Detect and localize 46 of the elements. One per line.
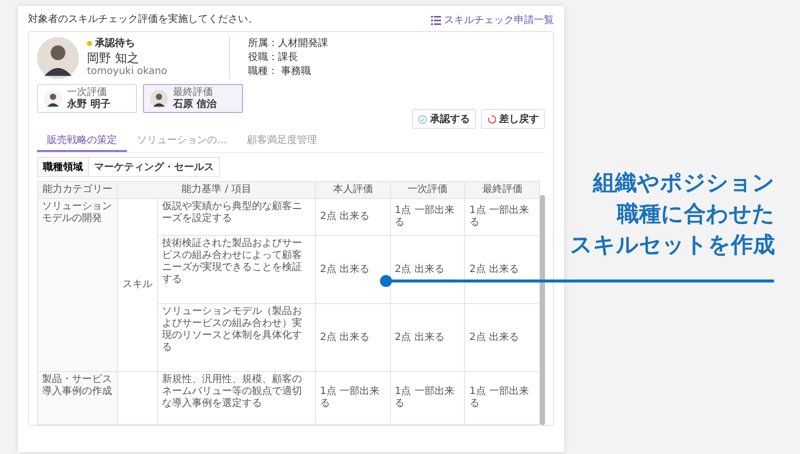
instruction-text: 対象者のスキルチェック評価を実施してください。 <box>28 14 258 26</box>
table-cell: 1点 一部出来る <box>464 372 540 424</box>
item-cell: 仮説や実績から典型的な顧客ニーズを設定する <box>158 198 316 236</box>
table-cell: 2点 出来る <box>316 236 390 304</box>
callout-text: 職種に合わせた <box>617 201 775 230</box>
table-cell: 2点 出来る <box>316 304 390 372</box>
category-cell: 製品・サービス導入事例の作成 <box>38 372 118 424</box>
callout-text: 組織やポジション <box>593 170 775 198</box>
item-cell: ソリューションモデル（製品およびサービスの組み合わせ）実現のリソースと体制を具体化する <box>158 304 316 372</box>
evaluator-card[interactable]: 最終評価 石原 信治 <box>143 84 243 113</box>
evaluator-name: 石原 信治 <box>173 98 216 110</box>
table-cell: 1点 一部出来る <box>316 372 390 424</box>
table-cell: 2点 出来る <box>464 304 540 372</box>
list-link[interactable]: スキルチェック申請一覧 <box>431 13 554 27</box>
person-name: 岡野 知之 <box>87 50 140 66</box>
table-cell: 1点 一部出来る <box>464 198 540 236</box>
evaluator-role: 一次評価 <box>67 86 107 98</box>
field-label: 職種領域 <box>38 158 89 176</box>
column-header: 最終評価 <box>464 182 540 198</box>
category-cell: ソリューションモデルの開発 <box>38 198 118 372</box>
column-header: 能力基準 / 項目 <box>118 182 316 198</box>
callout-text: スキルセットを作成 <box>570 232 775 260</box>
table-cell: 2点 出来る <box>316 198 390 236</box>
detail-text: 所属：人材開発課 <box>248 38 328 50</box>
evaluator-card[interactable]: 一次評価 永野 明子 <box>37 84 137 113</box>
table-cell: 1点 一部出来る <box>390 198 465 236</box>
status-text: 承認待ち <box>95 38 135 50</box>
item-cell: 新規性、汎用性、規模、顧客のネームバリュー等の観点で適切な導入事例を選定する <box>158 372 316 424</box>
evaluator-role: 最終評価 <box>173 86 213 98</box>
type-cell: スキル <box>118 198 158 372</box>
person-romaji: tomoyuki okano <box>87 66 168 78</box>
column-header: 能力カテゴリー <box>38 182 118 198</box>
evaluator-name: 永野 明子 <box>67 98 110 110</box>
column-header: 一次評価 <box>390 182 465 198</box>
table-cell: 1点 一部出来る <box>390 372 465 424</box>
field-value: マーケティング・セールス <box>93 161 215 175</box>
table-cell: 2点 出来る <box>464 236 540 304</box>
item-cell: 技術検証された製品およびサービスの組み合わせによって顧客ニーズが実現できることを検証する <box>158 236 316 304</box>
tab[interactable]: 販売戦略の策定 <box>37 130 127 152</box>
return-button[interactable]: 差し戻す <box>481 109 545 129</box>
table-cell: 2点 出来る <box>390 304 465 372</box>
column-header: 本人評価 <box>316 182 390 198</box>
approve-button[interactable]: 承認する <box>412 109 476 129</box>
detail-text: 職種： 事務職 <box>248 66 312 78</box>
detail-text: 役職：課長 <box>248 52 299 64</box>
table-cell: 2点 出来る <box>390 236 465 304</box>
